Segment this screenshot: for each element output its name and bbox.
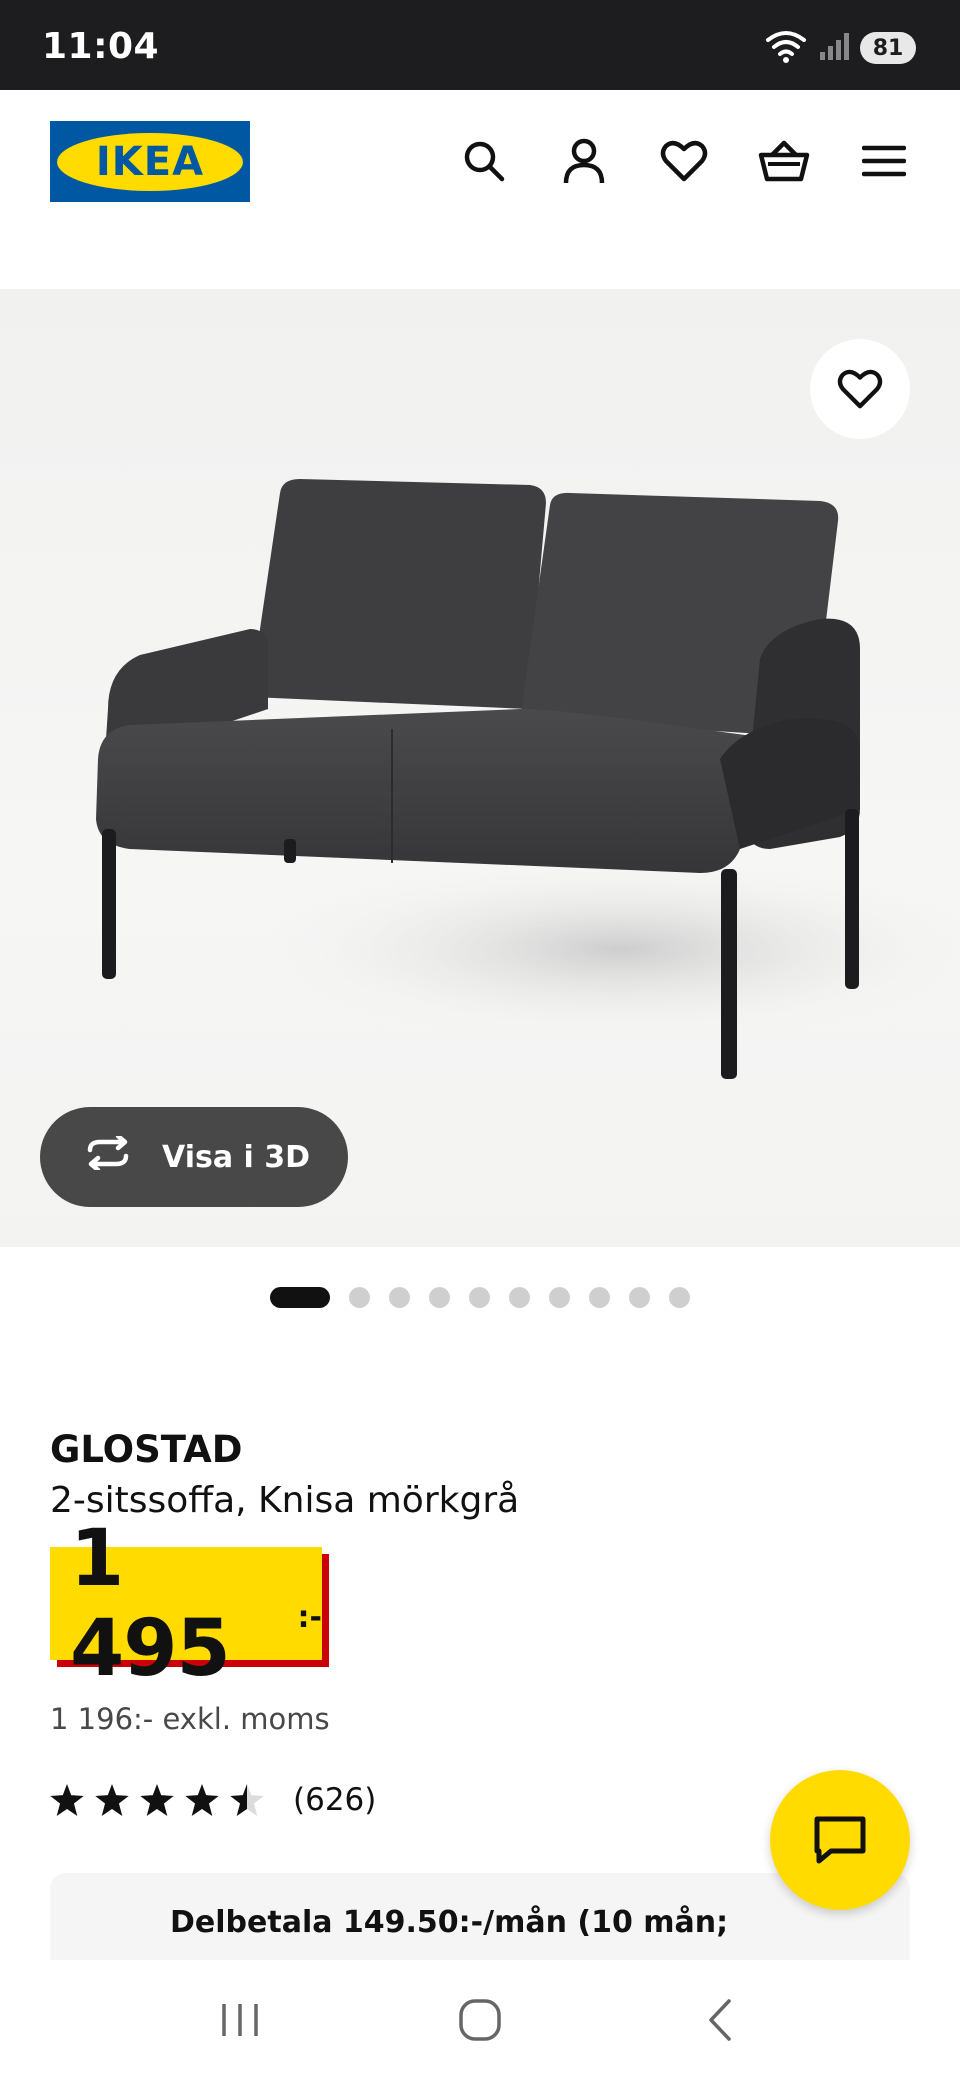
rating-count: (626): [293, 1782, 377, 1818]
wifi-icon: [764, 28, 808, 69]
site-header: IKEA: [0, 90, 960, 290]
logo-ellipse: IKEA: [57, 132, 243, 191]
pagination-dot[interactable]: [589, 1286, 610, 1308]
basket-icon[interactable]: [758, 130, 810, 192]
logo-text: IKEA: [95, 138, 205, 185]
pagination-dot[interactable]: [270, 1286, 330, 1308]
menu-icon[interactable]: [858, 130, 910, 192]
chat-icon: [814, 1816, 866, 1864]
pagination-dot[interactable]: [549, 1286, 570, 1308]
ikea-logo[interactable]: IKEA: [50, 121, 250, 202]
star-icon: [95, 1784, 129, 1816]
pagination-dot[interactable]: [629, 1286, 650, 1308]
price-excl-vat: 1 196:- exkl. moms: [50, 1702, 330, 1736]
status-bar: 11:04 81: [0, 0, 960, 90]
product-name: GLOSTAD: [50, 1428, 243, 1471]
heart-outline-icon: [837, 369, 883, 409]
product-image-gallery[interactable]: Visa i 3D: [0, 289, 960, 1247]
pagination-dot[interactable]: [349, 1286, 370, 1308]
view-3d-label: Visa i 3D: [162, 1139, 311, 1175]
header-actions: [458, 130, 910, 192]
pagination-dot[interactable]: [509, 1286, 530, 1308]
back-icon[interactable]: [680, 1980, 760, 2060]
pagination-dot[interactable]: [389, 1286, 410, 1308]
heart-icon[interactable]: [658, 130, 710, 192]
recent-apps-icon[interactable]: [200, 1980, 280, 2060]
screen: 11:04 81 IKEA Visa i 3D GLOSTAD 2-sitsso…: [0, 0, 960, 2080]
financing-text: Delbetala 149.50:-/mån (10 mån;: [170, 1905, 729, 1940]
home-icon[interactable]: [440, 1980, 520, 2060]
rating[interactable]: (626): [50, 1782, 376, 1818]
star-icon: [50, 1784, 84, 1816]
star-icon: [140, 1784, 174, 1816]
status-time: 11:04: [42, 26, 160, 67]
pagination-dot[interactable]: [429, 1286, 450, 1308]
favorite-button[interactable]: [810, 339, 910, 439]
rotate-3d-icon: [82, 1133, 134, 1178]
price-suffix: :-: [297, 1600, 322, 1635]
half-star-icon: [230, 1784, 264, 1816]
chat-button[interactable]: [770, 1770, 910, 1910]
price-tag: 1 495 :-: [50, 1514, 322, 1694]
pagination-dot[interactable]: [469, 1286, 490, 1308]
star-icon: [185, 1784, 219, 1816]
system-nav-bar: [0, 1960, 960, 2080]
pagination-dot[interactable]: [669, 1286, 690, 1308]
sofa-image: [96, 479, 960, 1079]
view-3d-button[interactable]: Visa i 3D: [40, 1107, 348, 1207]
image-pagination: [270, 1286, 690, 1308]
signal-icon: [818, 30, 850, 67]
status-icons: 81: [764, 28, 916, 68]
battery-icon: 81: [860, 32, 916, 64]
account-icon[interactable]: [558, 130, 610, 192]
search-icon[interactable]: [458, 130, 510, 192]
price-value: 1 495: [70, 1513, 231, 1694]
